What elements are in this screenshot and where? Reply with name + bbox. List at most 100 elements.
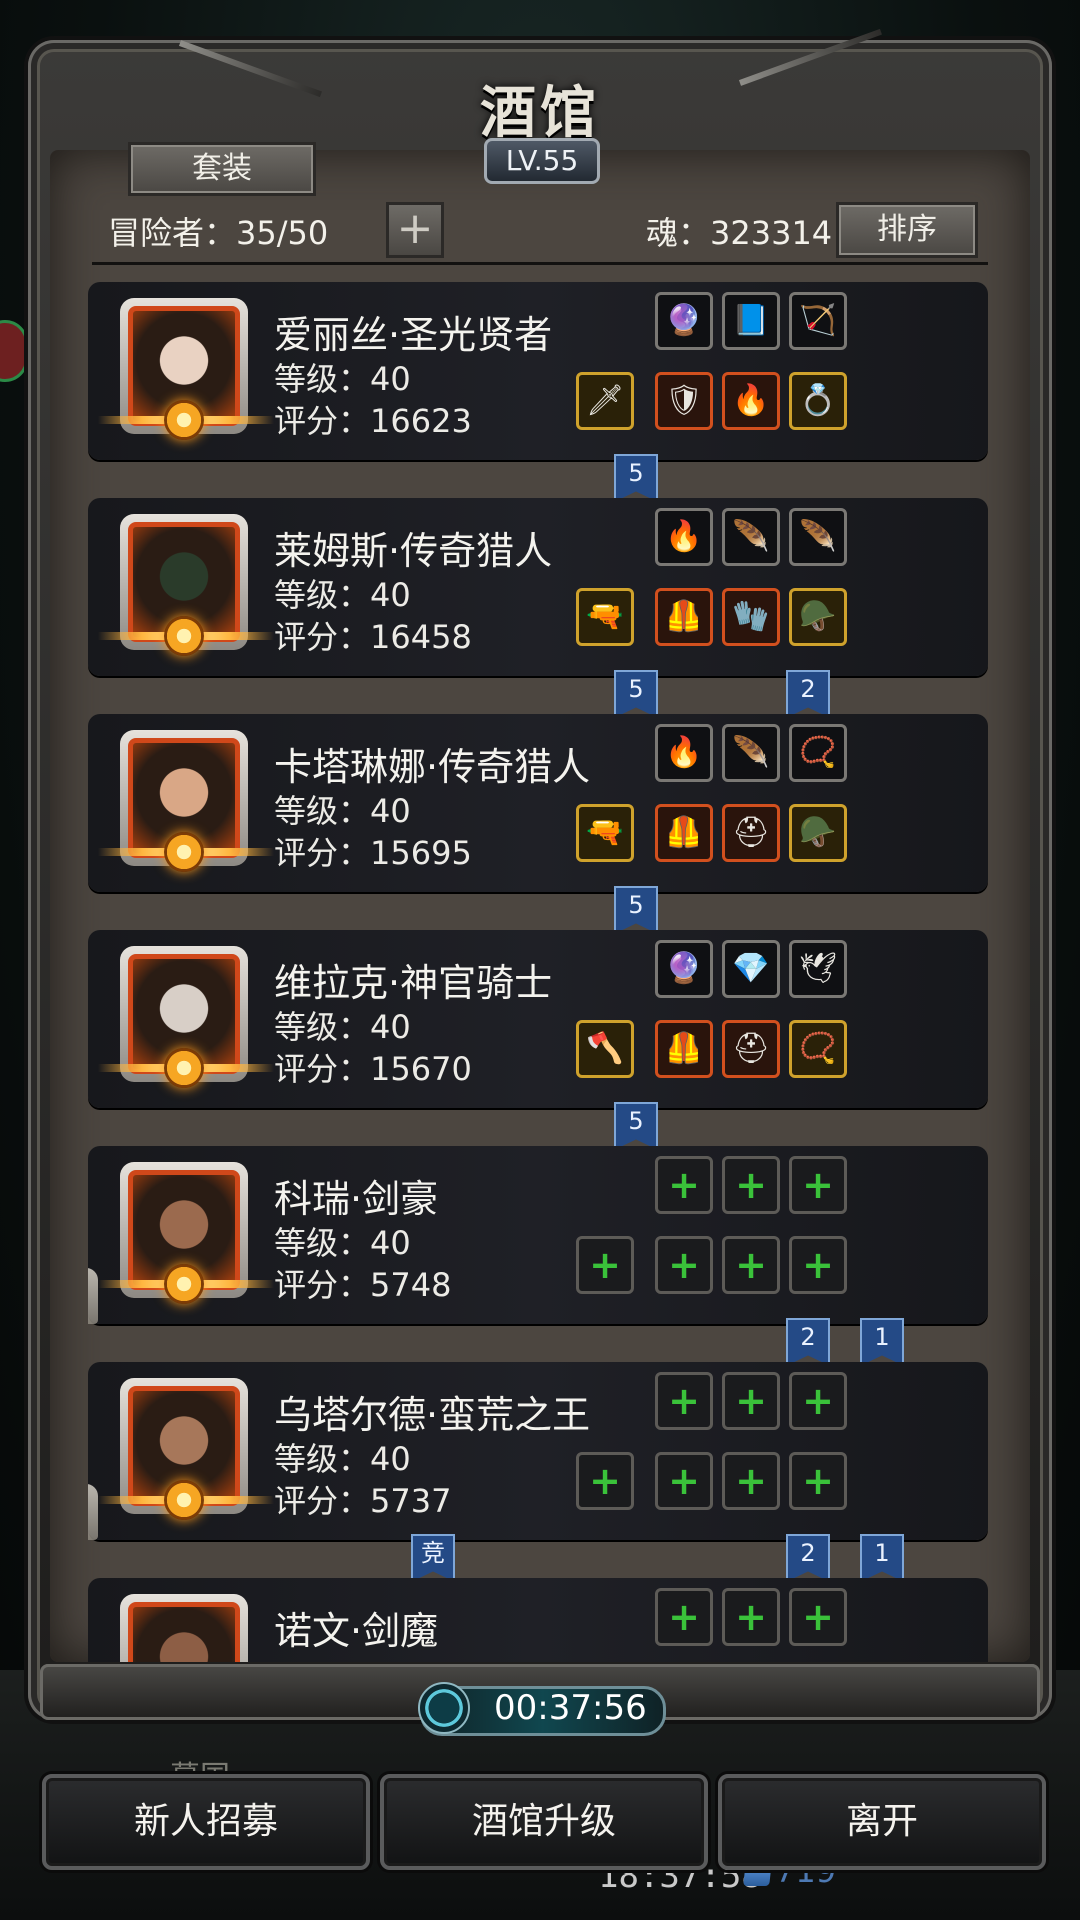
equipment-slot[interactable]: 🪶 — [789, 508, 847, 566]
equipment-slot[interactable]: 🔫 — [576, 804, 634, 862]
star-rank-icon — [164, 1048, 204, 1088]
set-bonus-ribbon: 5 — [614, 454, 658, 502]
hero-score: 评分：15670 — [274, 1050, 472, 1088]
hero-name: 科瑞·剑豪 — [274, 1177, 439, 1221]
equipment-slot[interactable]: 🕊 — [789, 940, 847, 998]
equipment-slot[interactable]: 🪶 — [722, 508, 780, 566]
set-bonus-ribbon: 1 — [860, 1534, 904, 1582]
equipment-slot[interactable]: 🪶 — [722, 724, 780, 782]
hero-level: 等级：40 — [274, 1008, 411, 1046]
leave-button[interactable]: 离开 — [718, 1774, 1046, 1870]
hero-row[interactable]: 乌塔尔德·蛮荒之王 等级：40 评分：5737 + + + + + + + 竞 2 1 — [88, 1362, 988, 1582]
empty-equipment-slot[interactable]: + — [789, 1452, 847, 1510]
equipment-slot[interactable]: 📿 — [789, 1020, 847, 1078]
empty-equipment-slot[interactable]: + — [655, 1588, 713, 1646]
hero-score: 评分：15695 — [274, 834, 472, 872]
set-button[interactable]: 套装 — [128, 142, 316, 196]
empty-equipment-slot[interactable]: + — [722, 1236, 780, 1294]
equipment-slot[interactable]: 📿 — [789, 724, 847, 782]
equipment-slot[interactable]: 🪖 — [789, 588, 847, 646]
equipment-slot[interactable]: 💍 — [789, 372, 847, 430]
set-bonus-ribbon: 2 — [786, 1534, 830, 1582]
empty-equipment-slot[interactable]: + — [576, 1236, 634, 1294]
equipment-slot[interactable]: 📘 — [722, 292, 780, 350]
equipment-slot[interactable]: ⛑ — [722, 1020, 780, 1078]
hero-avatar — [128, 1602, 240, 1662]
tavern-level-badge: LV.55 — [484, 138, 600, 184]
equipment-slot[interactable]: 🔥 — [722, 372, 780, 430]
empty-equipment-slot[interactable]: + — [789, 1372, 847, 1430]
equipment-slot[interactable]: ⛑ — [722, 804, 780, 862]
set-bonus-ribbon: 2 — [786, 670, 830, 718]
hero-row[interactable]: 维拉克·神官骑士 等级：40 评分：15670 🔮 💎 🕊 🪓 🦺 ⛑ 📿 5 — [88, 930, 988, 1150]
empty-equipment-slot[interactable]: + — [722, 1588, 780, 1646]
hero-level: 等级：40 — [274, 576, 411, 614]
equipment-slot[interactable]: 🪓 — [576, 1020, 634, 1078]
hero-name: 诺文·剑魔 — [274, 1609, 439, 1653]
recruit-button[interactable]: 新人招募 — [42, 1774, 370, 1870]
hero-portrait[interactable] — [120, 1594, 248, 1662]
set-bonus-ribbon: 2 — [786, 1318, 830, 1366]
hero-score: 评分：16458 — [274, 618, 472, 656]
expedition-figure-icon — [88, 1484, 98, 1540]
star-rank-icon — [164, 400, 204, 440]
hero-name: 卡塔琳娜·传奇猎人 — [274, 745, 591, 789]
hero-score: 评分：16623 — [274, 402, 472, 440]
hero-row[interactable]: 诺文·剑魔 + + + — [88, 1578, 988, 1662]
star-rank-icon — [164, 832, 204, 872]
hero-level: 等级：40 — [274, 360, 411, 398]
set-bonus-ribbon: 竞 — [411, 1534, 455, 1582]
empty-equipment-slot[interactable]: + — [722, 1156, 780, 1214]
empty-equipment-slot[interactable]: + — [789, 1156, 847, 1214]
equipment-slot[interactable]: 🦺 — [655, 1020, 713, 1078]
hero-name: 爱丽丝·圣光贤者 — [274, 313, 553, 357]
header-divider — [92, 262, 988, 265]
empty-equipment-slot[interactable]: + — [655, 1236, 713, 1294]
empty-equipment-slot[interactable]: + — [655, 1452, 713, 1510]
refresh-timer-text: 00:37:56 — [494, 1688, 647, 1728]
equipment-slot[interactable]: 🦺 — [655, 588, 713, 646]
equipment-slot[interactable]: 🔮 — [655, 940, 713, 998]
empty-equipment-slot[interactable]: + — [722, 1452, 780, 1510]
empty-equipment-slot[interactable]: + — [655, 1372, 713, 1430]
hero-name: 莱姆斯·传奇猎人 — [274, 529, 553, 573]
hero-score: 评分：5748 — [274, 1266, 452, 1304]
equipment-slot[interactable]: 🪖 — [789, 804, 847, 862]
upgrade-tavern-button[interactable]: 酒馆升级 — [380, 1774, 708, 1870]
hero-score: 评分：5737 — [274, 1482, 452, 1520]
equipment-slot[interactable]: 🏹 — [789, 292, 847, 350]
equipment-slot[interactable]: 🛡 — [655, 372, 713, 430]
set-bonus-ribbon: 5 — [614, 886, 658, 934]
empty-equipment-slot[interactable]: + — [789, 1588, 847, 1646]
equipment-slot[interactable]: 🔥 — [655, 508, 713, 566]
equipment-slot[interactable]: 🔫 — [576, 588, 634, 646]
equipment-slot[interactable]: 🦺 — [655, 804, 713, 862]
star-rank-icon — [164, 1264, 204, 1304]
clock-icon — [418, 1682, 470, 1734]
hero-row[interactable]: 科瑞·剑豪 等级：40 评分：5748 + + + + + + +2 1 — [88, 1146, 988, 1366]
equipment-slot[interactable]: 💎 — [722, 940, 780, 998]
hero-row[interactable]: 卡塔琳娜·传奇猎人 等级：40 评分：15695 🔥 🪶 📿 🔫 🦺 ⛑ 🪖 5 — [88, 714, 988, 934]
set-bonus-ribbon: 5 — [614, 670, 658, 718]
set-bonus-ribbon: 1 — [860, 1318, 904, 1366]
equipment-slot[interactable]: 🔥 — [655, 724, 713, 782]
adventurer-count: 冒险者：35/50 — [108, 214, 329, 252]
equipment-slot[interactable]: 🔮 — [655, 292, 713, 350]
hero-level: 等级：40 — [274, 1224, 411, 1262]
equipment-slot[interactable]: 🧤 — [722, 588, 780, 646]
empty-equipment-slot[interactable]: + — [655, 1156, 713, 1214]
expedition-figure-icon — [88, 1268, 98, 1324]
hero-name: 乌塔尔德·蛮荒之王 — [274, 1393, 591, 1437]
equipment-slot[interactable]: 🗡 — [576, 372, 634, 430]
empty-equipment-slot[interactable]: + — [576, 1452, 634, 1510]
add-adventurer-button[interactable]: + — [386, 202, 444, 258]
empty-equipment-slot[interactable]: + — [789, 1236, 847, 1294]
star-rank-icon — [164, 1480, 204, 1520]
empty-equipment-slot[interactable]: + — [722, 1372, 780, 1430]
sort-button[interactable]: 排序 — [836, 202, 978, 258]
star-rank-icon — [164, 616, 204, 656]
hero-row[interactable]: 爱丽丝·圣光贤者 等级：40 评分：16623 🔮 📘 🏹 🗡 🛡 🔥 💍 5 — [88, 282, 988, 502]
dialog-title: 酒馆 — [480, 80, 600, 146]
hero-row[interactable]: 莱姆斯·传奇猎人 等级：40 评分：16458 🔥 🪶 🪶 🔫 🦺 🧤 🪖 5 2 — [88, 498, 988, 718]
hero-list[interactable]: 爱丽丝·圣光贤者 等级：40 评分：16623 🔮 📘 🏹 🗡 🛡 🔥 💍 5 莱姆斯·传奇猎人 等级：… — [88, 282, 988, 1662]
